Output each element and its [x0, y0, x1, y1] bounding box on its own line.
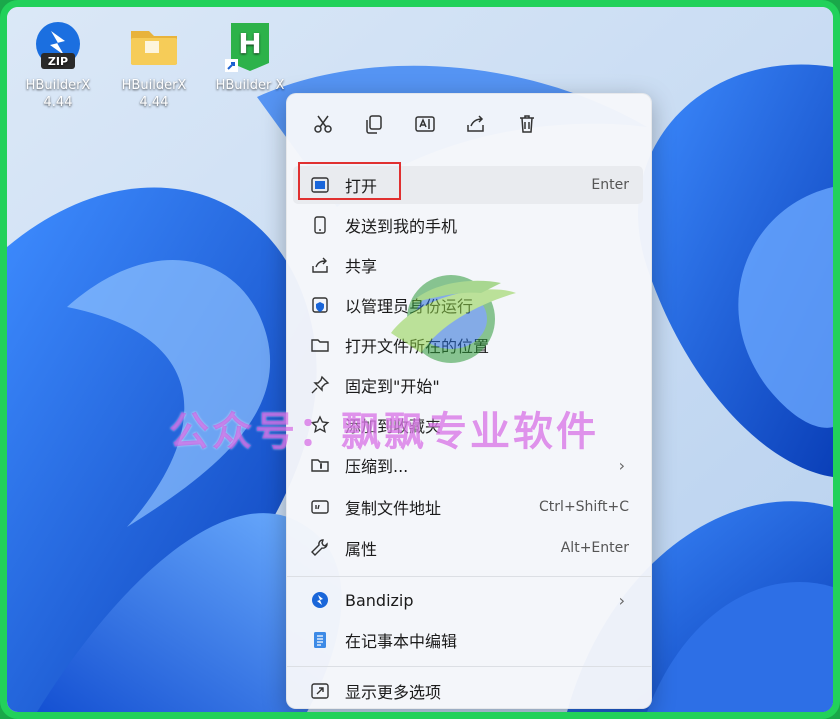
menu-item-edit-in-notepad[interactable]: 在记事本中编辑: [293, 621, 643, 659]
context-menu-toolbar: [287, 94, 651, 148]
notepad-icon: [309, 629, 331, 651]
menu-separator: [287, 666, 651, 667]
bandizip-icon: [309, 589, 331, 611]
desktop-icon-label: HBuilder X: [215, 78, 285, 93]
svg-text:H: H: [238, 27, 261, 60]
watermark-logo: [391, 275, 516, 363]
watermark-text: 公众号：飘飘专业软件: [169, 409, 599, 455]
desktop-icon-hbuilderx-zip[interactable]: ZIP HBuilderX 4.44: [11, 19, 105, 111]
menu-item-shortcut: Alt+Enter: [560, 540, 629, 556]
menu-separator: [287, 576, 651, 577]
screenshot-frame: ZIP HBuilderX 4.44 HBuilderX 4.44 H HBui…: [0, 0, 840, 719]
hbuilder-shortcut-icon: H: [223, 19, 277, 73]
menu-item-label: 固定到"开始": [345, 377, 440, 396]
desktop-icon-label: HBuilderX: [121, 78, 187, 93]
menu-item-properties[interactable]: 属性 Alt+Enter: [293, 529, 643, 567]
menu-item-label: Bandizip: [345, 590, 414, 610]
menu-item-send-to-phone[interactable]: 发送到我的手机: [293, 206, 643, 244]
shield-icon: [309, 294, 331, 316]
chevron-right-icon: ›: [618, 455, 625, 475]
copy-icon: [366, 115, 382, 134]
cut-button[interactable]: [305, 108, 341, 140]
zip-archive-icon: ZIP: [31, 19, 85, 73]
archive-folder-icon: [309, 454, 331, 476]
desktop-icon-version: 4.44: [139, 95, 169, 110]
copy-button[interactable]: [356, 108, 392, 140]
folder-outline-icon: [309, 334, 331, 356]
delete-icon: [520, 115, 534, 133]
delete-button[interactable]: [509, 108, 545, 140]
menu-item-shortcut: Enter: [591, 177, 629, 193]
desktop-icon-hbuilderx-folder[interactable]: HBuilderX 4.44: [107, 19, 201, 111]
menu-item-label: 复制文件地址: [345, 499, 442, 518]
menu-item-label: 显示更多选项: [345, 683, 442, 702]
rename-button[interactable]: [407, 108, 443, 140]
more-options-icon: [309, 680, 331, 702]
menu-item-copy-file-path[interactable]: 复制文件地址 Ctrl+Shift+C: [293, 488, 643, 526]
menu-item-bandizip[interactable]: Bandizip ›: [293, 581, 643, 619]
menu-item-show-more-options[interactable]: 显示更多选项: [293, 672, 643, 710]
cut-icon: [314, 115, 332, 133]
chevron-right-icon: ›: [618, 590, 625, 610]
share-icon: [309, 254, 331, 276]
menu-item-label: 在记事本中编辑: [345, 632, 458, 651]
rename-icon: [415, 116, 435, 132]
folder-icon: [127, 19, 181, 73]
desktop-icon-label: HBuilderX: [25, 78, 91, 93]
wrench-icon: [309, 537, 331, 559]
menu-item-label: 属性: [345, 540, 378, 559]
pin-icon: [309, 374, 331, 396]
desktop-icon-hbuilderx-shortcut[interactable]: H HBuilder X: [203, 19, 297, 94]
menu-item-label: 共享: [345, 257, 378, 276]
menu-item-label: 发送到我的手机: [345, 217, 458, 236]
copy-path-icon: [309, 496, 331, 518]
menu-item-shortcut: Ctrl+Shift+C: [539, 499, 629, 515]
phone-icon: [309, 214, 331, 236]
open-window-icon: [309, 174, 331, 196]
menu-item-label: 打开: [345, 177, 378, 196]
menu-item-open[interactable]: 打开 Enter: [293, 166, 643, 204]
desktop-icon-version: 4.44: [43, 95, 73, 110]
share-icon: [467, 115, 484, 132]
share-button[interactable]: [458, 108, 494, 140]
svg-text:ZIP: ZIP: [48, 55, 68, 68]
